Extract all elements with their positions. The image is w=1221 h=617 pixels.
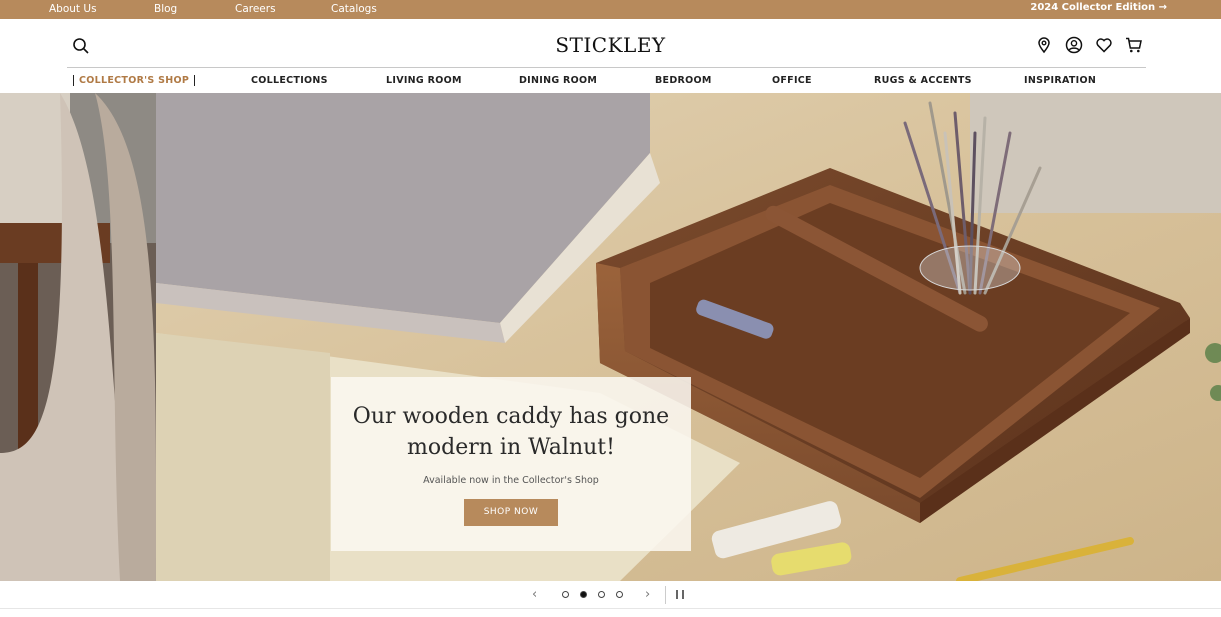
careers-link[interactable]: Careers [235, 3, 276, 15]
heart-icon[interactable] [1095, 36, 1113, 54]
site-header: STICKLEY [0, 19, 1221, 68]
chevron-left-icon[interactable]: ‹ [532, 587, 537, 602]
carousel-dot-3[interactable] [598, 591, 605, 598]
hero-subtext: Available now in the Collector's Shop [423, 475, 599, 486]
carousel-dot-4[interactable] [616, 591, 623, 598]
pause-icon[interactable] [676, 590, 684, 599]
collector-edition-link[interactable]: 2024 Collector Edition → [1030, 2, 1167, 13]
hero-caption-card: Our wooden caddy has gone modern in Waln… [331, 377, 691, 551]
controls-divider [665, 586, 666, 604]
nav-collections[interactable]: Collections [251, 75, 328, 86]
main-nav: Collector's Shop Collections Living Room… [0, 68, 1221, 93]
cart-icon[interactable] [1125, 36, 1143, 54]
blog-link[interactable]: Blog [154, 3, 177, 15]
carousel-controls: ‹ › [0, 581, 1221, 609]
hero-headline: Our wooden caddy has gone modern in Waln… [352, 404, 670, 460]
nav-bedroom[interactable]: Bedroom [655, 75, 712, 86]
nav-inspiration[interactable]: Inspiration [1024, 75, 1096, 86]
shop-now-button[interactable]: Shop Now [464, 499, 558, 526]
nav-rugs-accents[interactable]: Rugs & Accents [874, 75, 972, 86]
header-icons [1035, 36, 1143, 54]
hero-carousel: Our wooden caddy has gone modern in Waln… [0, 93, 1221, 581]
nav-living-room[interactable]: Living Room [386, 75, 462, 86]
carousel-dot-1[interactable] [562, 591, 569, 598]
account-icon[interactable] [1065, 36, 1083, 54]
about-us-link[interactable]: About Us [49, 3, 97, 15]
nav-collectors-shop[interactable]: Collector's Shop [73, 75, 196, 86]
utility-bar: About Us Blog Careers Catalogs 2024 Coll… [0, 0, 1221, 19]
nav-dining-room[interactable]: Dining Room [519, 75, 597, 86]
carousel-dot-2[interactable] [580, 591, 587, 598]
location-pin-icon[interactable] [1035, 36, 1053, 54]
catalogs-link[interactable]: Catalogs [331, 3, 377, 15]
nav-office[interactable]: Office [772, 75, 812, 86]
chevron-right-icon[interactable]: › [645, 587, 650, 602]
